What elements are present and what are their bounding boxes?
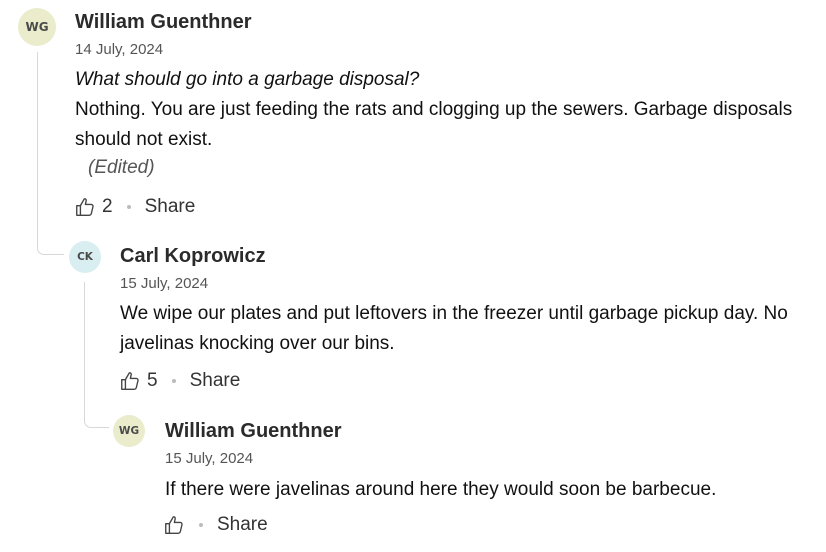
- comment-actions: 5 Share: [119, 367, 240, 395]
- avatar[interactable]: CK: [69, 241, 101, 273]
- comment-actions: 2 Share: [74, 193, 195, 221]
- comment-date: 15 July, 2024: [165, 450, 254, 467]
- share-button[interactable]: Share: [145, 196, 196, 218]
- like-button[interactable]: 2: [74, 196, 113, 218]
- thread-line-2: [84, 282, 109, 428]
- share-button[interactable]: Share: [217, 514, 268, 536]
- comment-text: We wipe our plates and put leftovers in …: [120, 303, 788, 354]
- thumbs-up-icon: [74, 196, 96, 218]
- thumbs-up-icon: [119, 370, 141, 392]
- comment-text: Nothing. You are just feeding the rats a…: [75, 99, 793, 150]
- separator-dot: [171, 379, 176, 383]
- like-button[interactable]: [163, 514, 185, 536]
- avatar-initials: WG: [118, 425, 140, 437]
- comment-text: If there were javelinas around here they…: [165, 479, 717, 500]
- comment-date: 14 July, 2024: [75, 41, 164, 58]
- avatar[interactable]: WG: [113, 415, 145, 447]
- thumbs-up-icon: [163, 514, 185, 536]
- thread-line-1: [37, 52, 64, 255]
- like-button[interactable]: 5: [119, 370, 158, 392]
- like-count: 2: [102, 196, 113, 217]
- avatar[interactable]: WG: [18, 8, 56, 46]
- comment-date: 15 July, 2024: [120, 275, 209, 292]
- comment-body: If there were javelinas around here they…: [165, 475, 805, 505]
- comment-author[interactable]: William Guenthner: [75, 11, 252, 34]
- comment-author[interactable]: Carl Koprowicz: [120, 245, 266, 268]
- avatar-initials: CK: [77, 251, 93, 263]
- comment-body: What should go into a garbage disposal? …: [75, 65, 815, 155]
- comment-actions: Share: [163, 511, 268, 539]
- comment-body: We wipe our plates and put leftovers in …: [120, 299, 815, 359]
- edited-label: (Edited): [88, 157, 155, 178]
- quoted-text: What should go into a garbage disposal?: [75, 69, 420, 90]
- like-count: 5: [147, 370, 158, 391]
- comment-author[interactable]: William Guenthner: [165, 420, 342, 443]
- separator-dot: [126, 205, 131, 209]
- avatar-initials: WG: [25, 20, 49, 34]
- share-button[interactable]: Share: [190, 370, 241, 392]
- separator-dot: [199, 523, 203, 527]
